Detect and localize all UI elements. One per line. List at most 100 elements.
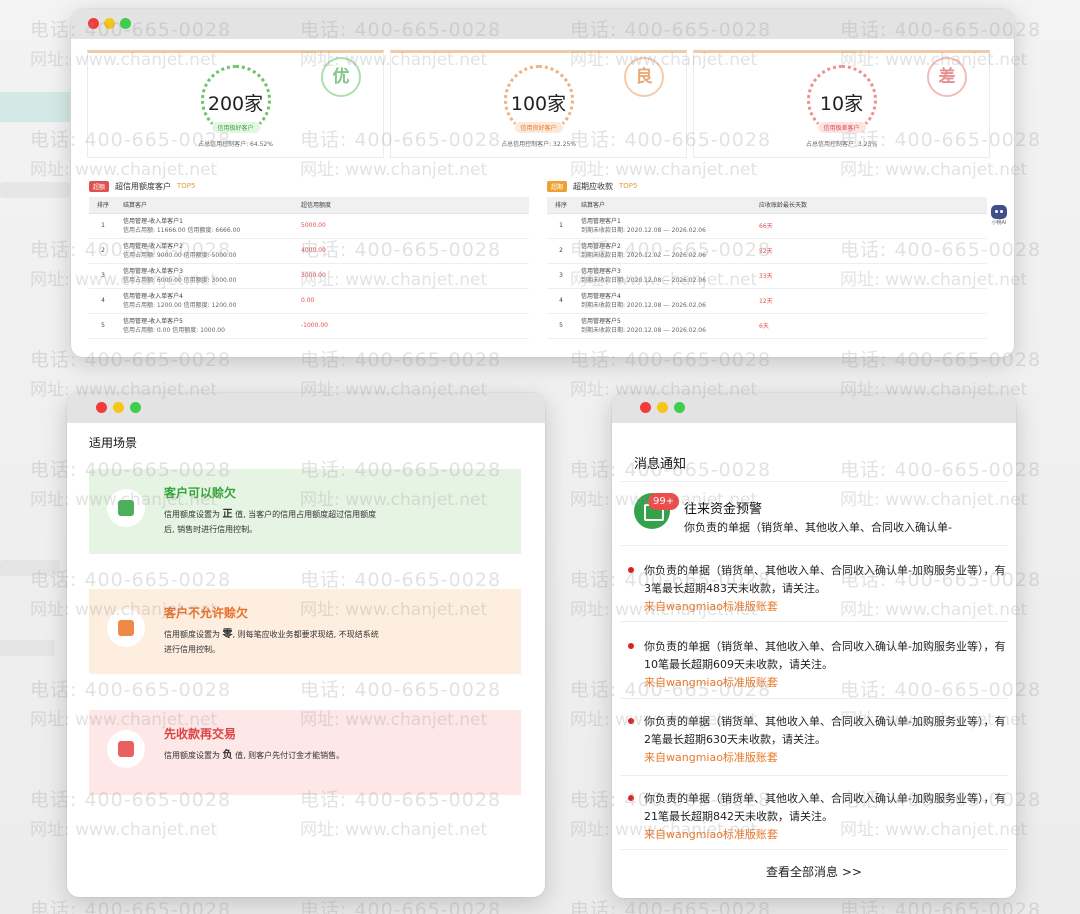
rank-cell: 5: [89, 313, 117, 339]
maximize-dot[interactable]: [130, 402, 141, 413]
background-strip: [0, 640, 55, 656]
view-all-messages-link[interactable]: 查看全部消息 >>: [612, 863, 1016, 880]
table-row[interactable]: 3 信用管理-收入单客户3 信用占用额: 6000.00 信用额度: 3000.00…: [89, 263, 529, 289]
over-limit-panel: 超额 超信用额度客户 TOP5 排序 结算客户 超信用额度 1 信用管理-收入单客…: [89, 179, 529, 339]
rating-stamp-icon: 差: [927, 57, 967, 97]
column-header[interactable]: 应收账龄最长天数: [753, 197, 987, 214]
scenario-card-credit-allowed[interactable]: 客户可以赊欠 信用额度设置为 正 值, 当客户的信用占用额度超过信用额度后, 销…: [89, 469, 521, 554]
share-text: 占总信用控制客户: 3.23%: [806, 141, 877, 148]
customer-name: 信用管理客户3: [581, 267, 621, 275]
credit-dashboard-window: 200家 信用极好客户 占总信用控制客户: 64.52% 优 100家 信用良好…: [71, 9, 1014, 357]
table-row[interactable]: 3 信用管理客户3 到期未收款日期: 2020.12.08 --- 2026.02.…: [547, 263, 987, 289]
top-label: TOP5: [619, 182, 638, 190]
unread-dot: [628, 643, 634, 649]
unread-badge: 99+: [648, 493, 680, 510]
divider: [620, 621, 1008, 622]
customer-name: 信用管理-收入单客户3: [123, 267, 183, 275]
value-cell: -1000.00: [295, 313, 529, 339]
customer-detail: 信用占用额: 11666.00 信用额度: 6666.00: [123, 226, 241, 234]
customer-cell: 信用管理客户4 到期未收款日期: 2020.12.08 --- 2026.02.0…: [575, 288, 753, 314]
scenario-title: 先收款再交易: [164, 727, 237, 741]
customer-cell: 信用管理-收入单客户1 信用占用额: 11666.00 信用额度: 6666.00: [117, 213, 295, 239]
message-source-link[interactable]: 来自wangmiao标准版账套: [644, 826, 778, 842]
customer-cell: 信用管理客户1 到期未收款日期: 2020.12.08 --- 2026.02.0…: [575, 213, 753, 239]
purse-icon: [107, 609, 145, 647]
score-card-good[interactable]: 100家 信用良好客户 占总信用控制客户: 32.25% 良: [390, 50, 687, 158]
rank-cell: 3: [89, 263, 117, 289]
table-row[interactable]: 1 信用管理-收入单客户1 信用占用额: 11666.00 信用额度: 6666.0…: [89, 213, 529, 239]
rank-cell: 2: [89, 238, 117, 264]
share-text: 占总信用控制客户: 64.52%: [198, 141, 273, 148]
minimize-dot[interactable]: [657, 402, 668, 413]
divider: [620, 698, 1008, 699]
unread-dot: [628, 567, 634, 573]
maximize-dot[interactable]: [674, 402, 685, 413]
minimize-dot[interactable]: [104, 18, 115, 29]
table-row[interactable]: 4 信用管理客户4 到期未收款日期: 2020.12.08 --- 2026.02.…: [547, 288, 987, 314]
message-source-link[interactable]: 来自wangmiao标准版账套: [644, 749, 778, 765]
score-card-excellent[interactable]: 200家 信用极好客户 占总信用控制客户: 64.52% 优: [87, 50, 384, 158]
background-strip: [0, 182, 70, 198]
customer-detail: 到期未收款日期: 2020.12.08 --- 2026.02.06: [581, 301, 706, 309]
rank-cell: 3: [547, 263, 575, 289]
table-row[interactable]: 2 信用管理客户2 到期未收款日期: 2020.12.02 --- 2026.02.…: [547, 238, 987, 264]
value-cell: 52天: [753, 238, 987, 264]
customer-detail: 信用占用额: 0.00 信用额度: 1000.00: [123, 326, 225, 334]
panel-title: 超信用额度客户: [115, 181, 172, 191]
table-row[interactable]: 1 信用管理客户1 到期未收款日期: 2020.12.08 --- 2026.02.…: [547, 213, 987, 239]
customer-cell: 信用管理-收入单客户2 信用占用额: 9000.00 信用额度: 5000.00: [117, 238, 295, 264]
message-source-link[interactable]: 来自wangmiao标准版账套: [644, 598, 778, 614]
table-row[interactable]: 4 信用管理-收入单客户4 信用占用额: 1200.00 信用额度: 1200.00…: [89, 288, 529, 314]
maximize-dot[interactable]: [120, 18, 131, 29]
download-box-icon: [107, 730, 145, 768]
background-panel: [0, 92, 70, 122]
table-row[interactable]: 5 信用管理客户5 到期未收款日期: 2020.12.08 --- 2026.02.…: [547, 313, 987, 339]
column-header[interactable]: 排序: [547, 197, 575, 214]
message-source-link[interactable]: 来自wangmiao标准版账套: [644, 674, 778, 690]
table-row[interactable]: 2 信用管理-收入单客户2 信用占用额: 9000.00 信用额度: 5000.00…: [89, 238, 529, 264]
divider: [620, 545, 1008, 546]
ai-assistant-button[interactable]: 小畅AI: [988, 205, 1010, 231]
divider: [620, 849, 1008, 850]
window-titlebar: [71, 9, 1014, 39]
alert-desc: 你负责的单据（销货单、其他收入单、合同收入确认单-: [684, 521, 952, 534]
column-header[interactable]: 超信用额度: [295, 197, 529, 214]
rating-stamp-icon: 良: [624, 57, 664, 97]
column-header[interactable]: 结算客户: [117, 197, 295, 214]
table-row[interactable]: 5 信用管理-收入单客户5 信用占用额: 0.00 信用额度: 1000.00 -10…: [89, 313, 529, 339]
window-titlebar: [612, 393, 1016, 423]
scenario-card-no-credit[interactable]: 客户不允许赊欠 信用额度设置为 零, 则每笔应收业务都要求现结, 不现结系统进行…: [89, 589, 521, 674]
rating-stamp-icon: 优: [321, 57, 361, 97]
background-strip: [0, 560, 60, 576]
customer-detail: 信用占用额: 6000.00 信用额度: 3000.00: [123, 276, 237, 284]
scenario-title: 客户可以赊欠: [164, 486, 237, 500]
close-dot[interactable]: [88, 18, 99, 29]
rank-cell: 2: [547, 238, 575, 264]
column-header[interactable]: 排序: [89, 197, 117, 214]
rank-cell: 4: [89, 288, 117, 314]
value-cell: 4000.00: [295, 238, 529, 264]
score-card-poor[interactable]: 10家 信用极差客户 占总信用控制客户: 3.23% 差: [693, 50, 990, 158]
overdue-table: 排序 结算客户 应收账龄最长天数 1 信用管理客户1 到期未收款日期: 2020.1…: [547, 197, 987, 339]
close-dot[interactable]: [640, 402, 651, 413]
scenario-desc: 信用额度设置为 正 值, 当客户的信用占用额度超过信用额度后, 销售时进行信用控…: [164, 509, 377, 534]
customer-detail: 到期未收款日期: 2020.12.02 --- 2026.02.06: [581, 251, 706, 259]
rank-cell: 5: [547, 313, 575, 339]
customer-name: 信用管理-收入单客户1: [123, 217, 183, 225]
message-text: 你负责的单据（销货单、其他收入单、合同收入确认单-加购服务业等），有10笔最长超…: [644, 640, 1006, 671]
message-text: 你负责的单据（销货单、其他收入单、合同收入确认单-加购服务业等），有3笔最长超期…: [644, 564, 1006, 595]
customer-name: 信用管理-收入单客户2: [123, 242, 183, 250]
over-limit-table: 排序 结算客户 超信用额度 1 信用管理-收入单客户1 信用占用额: 11666.0…: [89, 197, 529, 339]
value-cell: 12天: [753, 288, 987, 314]
minimize-dot[interactable]: [113, 402, 124, 413]
column-header[interactable]: 结算客户: [575, 197, 753, 214]
scenario-card-prepay[interactable]: 先收款再交易 信用额度设置为 负 值, 则客户先付订金才能销售。: [89, 710, 521, 795]
scenario-title: 客户不允许赊欠: [164, 606, 249, 620]
close-dot[interactable]: [96, 402, 107, 413]
value-cell: 0.00: [295, 288, 529, 314]
customer-cell: 信用管理-收入单客户3 信用占用额: 6000.00 信用额度: 3000.00: [117, 263, 295, 289]
window-titlebar: [67, 393, 545, 423]
customer-name: 信用管理客户1: [581, 217, 621, 225]
message-text: 你负责的单据（销货单、其他收入单、合同收入确认单-加购服务业等），有21笔最长超…: [644, 792, 1006, 823]
value-cell: 3000.00: [295, 263, 529, 289]
